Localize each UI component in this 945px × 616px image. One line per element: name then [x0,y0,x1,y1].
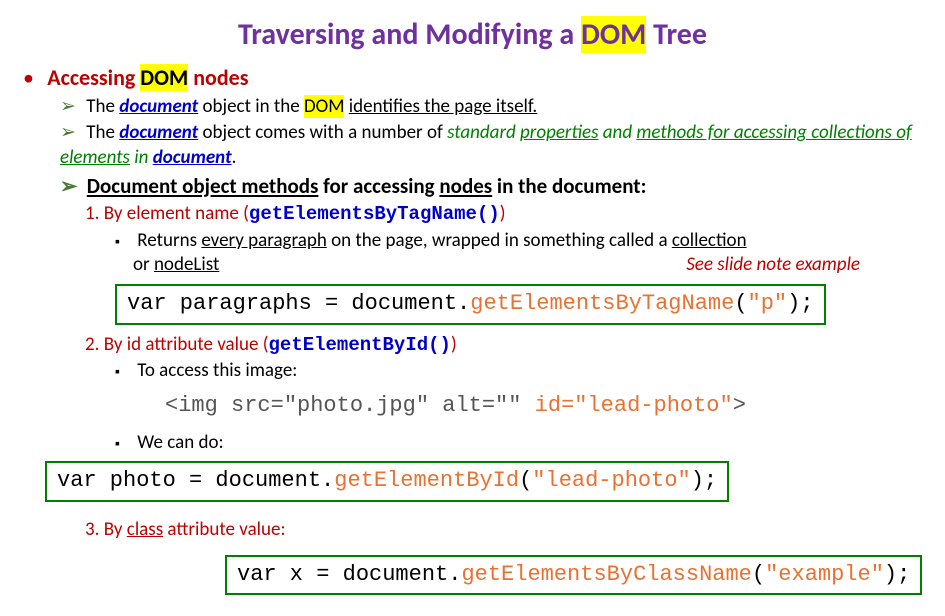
method-1: 1. By element name (getElementsByTagName… [85,202,920,227]
slide-note: See slide note example [686,253,860,278]
method-2-detail-a: To access this image: [115,359,920,384]
code-example-2: var photo = document.getElementById("lea… [45,461,729,502]
method-1-detail: Returns every paragraph on the page, wra… [115,229,920,254]
bullet-document-methods: The document object comes with a number … [60,121,920,170]
bullet-document-page: The document object in the DOM identifie… [60,95,920,120]
code-example-img: <img src="photo.jpg" alt="" id="lead-pho… [165,392,920,421]
method-2-detail-b: We can do: [115,431,224,456]
method-3: 3. By class attribute value: [85,518,920,543]
method-2: 2. By id attribute value (getElementById… [85,333,920,358]
section-heading: Accessing DOM nodes [25,64,920,93]
code-example-1: var paragraphs = document.getElementsByT… [115,284,826,325]
code-example-3: var x = document.getElementsByClassName(… [225,555,922,596]
bullet-object-methods-heading: Document object methods for accessing no… [60,173,920,200]
slide-title: Traversing and Modifying a DOM Tree [25,15,920,54]
method-1-detail-line2: or nodeList See slide note example [133,253,920,278]
